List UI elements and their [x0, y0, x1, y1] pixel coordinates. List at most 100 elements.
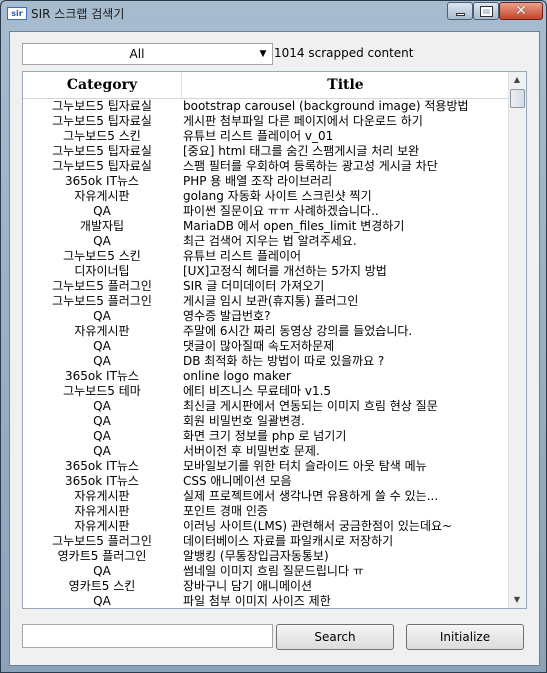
table-row[interactable]: QA 최신글 게시판에서 연동되는 이미지 흐림 현상 질문 — [23, 399, 508, 414]
table-row[interactable]: 자유게시판 golang 자동화 사이트 스크린샷 찍기 — [23, 189, 508, 204]
row-category: 영카트5 스킨 — [68, 579, 136, 593]
table-row[interactable]: QA 파이썬 질문이요 ㅠㅠ 사례하겠습니다.. — [23, 204, 508, 219]
maximize-button[interactable] — [473, 2, 499, 20]
main-panel: All ▼ 1014 scrapped content Category Tit… — [9, 31, 540, 666]
table-row[interactable]: QA 화면 크기 정보를 php 로 넘기기 — [23, 429, 508, 444]
table-row[interactable]: 그누보드5 팁자료실 bootstrap carousel (background… — [23, 99, 508, 114]
row-title: 영수증 발급번호? — [183, 309, 271, 323]
table-row[interactable]: 365ok IT뉴스 PHP 용 배열 조작 라이브러리 — [23, 174, 508, 189]
table-row[interactable]: 자유게시판 실제 프로젝트에서 생각나면 유용하게 쓸 수 있는... — [23, 489, 508, 504]
table-row[interactable]: 자유게시판 주말에 6시간 짜리 동영상 강의를 들었습니다. — [23, 324, 508, 339]
table-row[interactable]: 그누보드5 플러그인 SIR 글 더미데이터 가져오기 — [23, 279, 508, 294]
row-category: QA — [93, 204, 111, 218]
table-body: 그누보드5 팁자료실 bootstrap carousel (background… — [23, 99, 508, 608]
scroll-up-icon[interactable]: ▲ — [510, 72, 524, 88]
row-title: [중요] html 태그를 숨긴 스팸게시글 처리 보완 — [183, 144, 420, 158]
row-category: 365ok IT뉴스 — [65, 174, 139, 188]
row-category: 자유게시판 — [74, 504, 130, 518]
row-title: bootstrap carousel (background image) 적용… — [183, 99, 469, 113]
table-row[interactable]: 그누보드5 팁자료실 [중요] html 태그를 숨긴 스팸게시글 처리 보완 — [23, 144, 508, 159]
row-category: QA — [93, 354, 111, 368]
chevron-down-icon[interactable]: ▼ — [254, 44, 272, 64]
row-title: online logo maker — [183, 369, 291, 383]
table-row[interactable]: 365ok IT뉴스 online logo maker — [23, 369, 508, 384]
app-window: sir SIR 스크랩 검색기 ✕ All ▼ 1014 scrapped co… — [0, 0, 547, 673]
table-row[interactable]: 그누보드5 플러그인 게시글 임시 보관(휴지통) 플러그인 — [23, 294, 508, 309]
scroll-down-icon[interactable]: ▼ — [510, 592, 524, 608]
row-category: 그누보드5 팁자료실 — [52, 114, 152, 128]
row-category: 그누보드5 플러그인 — [52, 534, 152, 548]
row-category: 개발자팁 — [79, 219, 125, 233]
table-row[interactable]: 그누보드5 스킨 유튜브 리스트 플레이어 — [23, 249, 508, 264]
row-title: 실제 프로젝트에서 생각나면 유용하게 쓸 수 있는... — [183, 489, 439, 503]
row-category: QA — [93, 444, 111, 458]
search-button[interactable]: Search — [276, 624, 394, 650]
minimize-icon — [456, 13, 465, 16]
row-title: 모바일보기를 위한 터치 슬라이드 아웃 탐색 메뉴 — [183, 459, 427, 473]
table-row[interactable]: QA 서버이전 후 비밀번호 문제. — [23, 444, 508, 459]
row-title: SIR 글 더미데이터 가져오기 — [183, 279, 325, 293]
row-category: 그누보드5 팁자료실 — [52, 159, 152, 173]
table-row[interactable]: 그누보드5 팁자료실 스팸 필터를 우회하여 등록하는 광고성 게시글 차단 — [23, 159, 508, 174]
row-title: 서버이전 후 비밀번호 문제. — [183, 444, 320, 458]
table-row[interactable]: QA 썸네일 이미지 흐림 질문드립니다 ㅠ — [23, 564, 508, 579]
vertical-scrollbar[interactable]: ▲ ▼ — [508, 72, 526, 608]
row-category: QA — [93, 339, 111, 353]
title-bar[interactable]: sir SIR 스크랩 검색기 ✕ — [1, 1, 546, 25]
table-row[interactable]: 영카트5 플러그인 알뱅킹 (무통장입금자동통보) — [23, 549, 508, 564]
close-icon: ✕ — [515, 3, 527, 19]
category-filter-dropdown[interactable]: All ▼ — [22, 43, 273, 65]
table-row[interactable]: QA 최근 검색어 지우는 법 알려주세요. — [23, 234, 508, 249]
minimize-button[interactable] — [447, 2, 473, 20]
initialize-button[interactable]: Initialize — [406, 624, 524, 650]
maximize-icon — [480, 6, 493, 17]
table-row[interactable]: 그누보드5 팁자료실 게시판 첨부파일 다른 페이지에서 다운로드 하기 — [23, 114, 508, 129]
search-input[interactable] — [22, 624, 273, 648]
row-title: 회원 비밀번호 일괄변경. — [183, 414, 305, 428]
row-title: 파이썬 질문이요 ㅠㅠ 사례하겠습니다.. — [183, 204, 379, 218]
row-title: 알뱅킹 (무통장입금자동통보) — [183, 549, 329, 563]
row-title: 게시판 첨부파일 다른 페이지에서 다운로드 하기 — [183, 114, 423, 128]
table-row[interactable]: 그누보드5 플러그인 데이터베이스 자료를 파일캐시로 저장하기 — [23, 534, 508, 549]
table-row[interactable]: 개발자팁 MariaDB 에서 open_files_limit 변경하기 — [23, 219, 508, 234]
row-category: 그누보드5 팁자료실 — [52, 144, 152, 158]
table-row[interactable]: 자유게시판 포인트 경매 인증 — [23, 504, 508, 519]
table-row[interactable]: QA 회원 비밀번호 일괄변경. — [23, 414, 508, 429]
row-category: 365ok IT뉴스 — [65, 459, 139, 473]
row-title: 스팸 필터를 우회하여 등록하는 광고성 게시글 차단 — [183, 159, 438, 173]
column-header-title[interactable]: Title — [181, 72, 509, 98]
table-row[interactable]: QA DB 최적화 하는 방법이 따로 있을까요 ? — [23, 354, 508, 369]
table-row[interactable]: 자유게시판 이러닝 사이트(LMS) 관련해서 궁금한점이 있는데요~ — [23, 519, 508, 534]
row-title: 이러닝 사이트(LMS) 관련해서 궁금한점이 있는데요~ — [183, 519, 453, 533]
row-category: 영카트5 플러그인 — [57, 549, 147, 563]
row-title: MariaDB 에서 open_files_limit 변경하기 — [183, 219, 405, 233]
row-title: 포인트 경매 인증 — [183, 504, 268, 518]
table-row[interactable]: 그누보드5 테마 에티 비즈니스 무료테마 v1.5 — [23, 384, 508, 399]
table-header: Category Title — [23, 72, 508, 99]
row-category: 자유게시판 — [74, 519, 130, 533]
window-title: SIR 스크랩 검색기 — [31, 7, 125, 21]
row-title: 게시글 임시 보관(휴지통) 플러그인 — [183, 294, 359, 308]
row-title: 댓글이 많아질때 속도저하문제 — [183, 339, 335, 353]
table-row[interactable]: 디자이너팁 [UX]고정식 헤더를 개선하는 5가지 방법 — [23, 264, 508, 279]
row-category: QA — [93, 429, 111, 443]
close-button[interactable]: ✕ — [499, 2, 543, 20]
table-row[interactable]: QA 파일 첨부 이미지 사이즈 제한 — [23, 594, 508, 608]
row-category: QA — [93, 399, 111, 413]
table-row[interactable]: 영카트5 스킨 장바구니 담기 애니메이션 — [23, 579, 508, 594]
row-title: 유튜브 리스트 플레이어 — [183, 249, 302, 263]
table-row[interactable]: 365ok IT뉴스 CSS 애니메이션 모음 — [23, 474, 508, 489]
row-title: CSS 애니메이션 모음 — [183, 474, 292, 488]
results-table: Category Title 그누보드5 팁자료실 bootstrap carou… — [22, 71, 527, 609]
row-category: 그누보드5 플러그인 — [52, 279, 152, 293]
column-header-category[interactable]: Category — [23, 72, 181, 98]
row-category: 자유게시판 — [74, 189, 130, 203]
table-row[interactable]: 365ok IT뉴스 모바일보기를 위한 터치 슬라이드 아웃 탐색 메뉴 — [23, 459, 508, 474]
table-row[interactable]: 그누보드5 스킨 유튜브 리스트 플레이어 v_01 — [23, 129, 508, 144]
row-category: 365ok IT뉴스 — [65, 369, 139, 383]
table-row[interactable]: QA 영수증 발급번호? — [23, 309, 508, 324]
row-category: QA — [93, 234, 111, 248]
scrollbar-thumb[interactable] — [510, 89, 525, 108]
row-title: [UX]고정식 헤더를 개선하는 5가지 방법 — [183, 264, 387, 278]
table-row[interactable]: QA 댓글이 많아질때 속도저하문제 — [23, 339, 508, 354]
